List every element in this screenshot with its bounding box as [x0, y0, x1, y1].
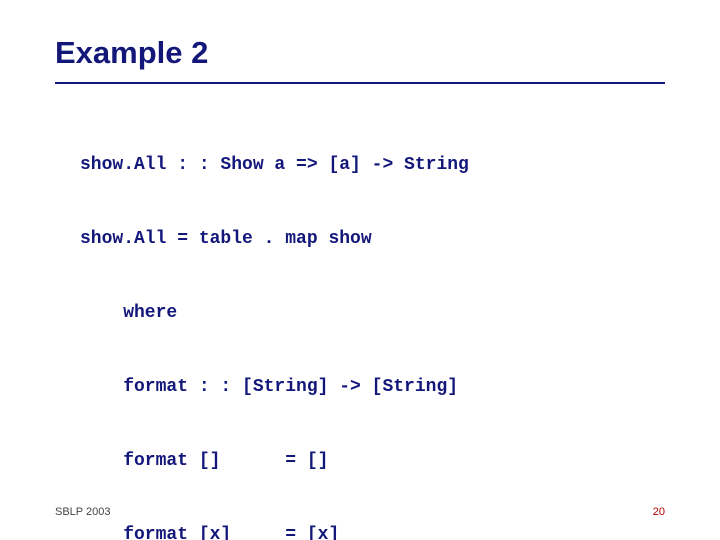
- code-line: show.All : : Show a => [a] -> String: [80, 156, 680, 174]
- code-block: show.All : : Show a => [a] -> String sho…: [80, 120, 680, 540]
- code-line: format : : [String] -> [String]: [80, 378, 680, 396]
- slide-title: Example 2: [55, 35, 208, 71]
- code-line: format [x] = [x]: [80, 526, 680, 540]
- page-number: 20: [653, 506, 665, 518]
- slide: Example 2 show.All : : Show a => [a] -> …: [0, 0, 720, 540]
- code-line: where: [80, 304, 680, 322]
- code-line: show.All = table . map show: [80, 230, 680, 248]
- title-rule: [55, 82, 665, 84]
- code-line: format [] = []: [80, 452, 680, 470]
- footer-left: SBLP 2003: [55, 506, 110, 518]
